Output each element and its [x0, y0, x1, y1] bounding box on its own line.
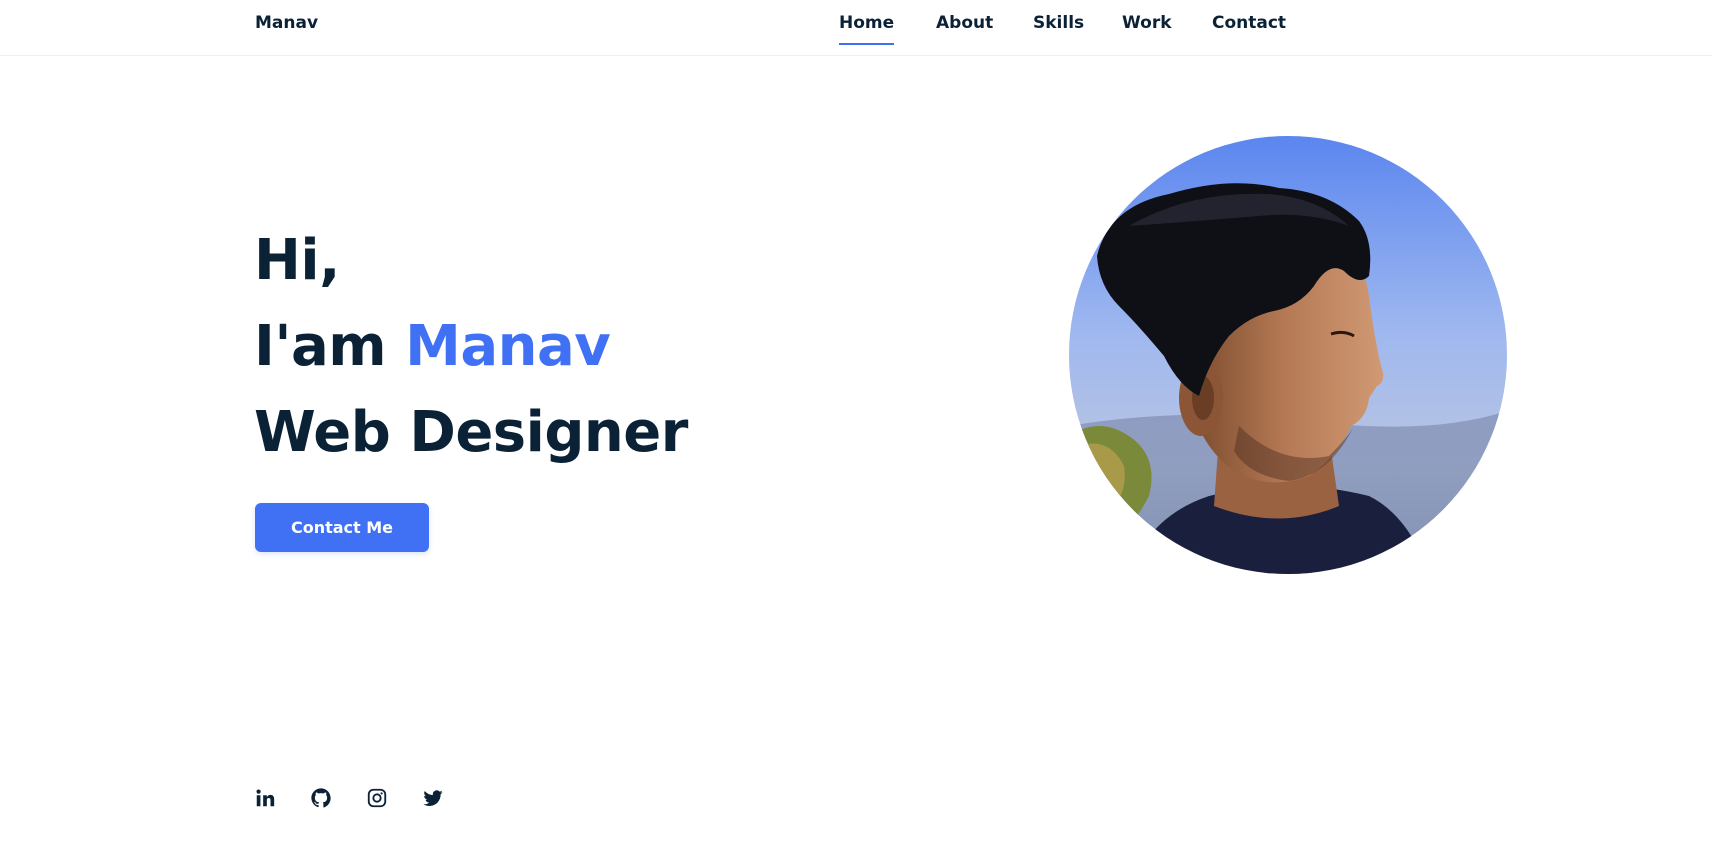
social-links	[253, 786, 444, 809]
instagram-link[interactable]	[365, 786, 388, 809]
home-page: Manav Home About Skills Work Contact Hi,…	[0, 0, 1712, 852]
nav-item-work[interactable]: Work	[1122, 13, 1172, 33]
hero-greeting: Hi,	[254, 228, 340, 293]
hero-role: Web Designer	[254, 400, 688, 465]
nav-item-home[interactable]: Home	[839, 13, 895, 45]
github-icon	[310, 787, 331, 807]
linkedin-icon	[255, 788, 274, 806]
hero-title: Hi, I'am Manav Web Designer	[254, 218, 688, 476]
hero-intro: I'am	[254, 314, 406, 379]
nav-item-contact[interactable]: Contact	[1212, 13, 1286, 33]
site-header: Manav Home About Skills Work Contact	[0, 0, 1712, 56]
twitter-icon	[422, 789, 443, 806]
github-link[interactable]	[309, 786, 332, 809]
nav-item-skills[interactable]: Skills	[1033, 13, 1084, 33]
instagram-icon	[367, 788, 386, 807]
profile-photo	[1069, 136, 1507, 574]
main-nav: Home About Skills Work Contact	[0, 13, 1712, 53]
nav-item-about[interactable]: About	[936, 13, 993, 33]
twitter-link[interactable]	[421, 786, 444, 809]
hero-name: Manav	[405, 314, 611, 379]
linkedin-link[interactable]	[253, 786, 276, 809]
contact-me-button[interactable]: Contact Me	[255, 503, 429, 552]
